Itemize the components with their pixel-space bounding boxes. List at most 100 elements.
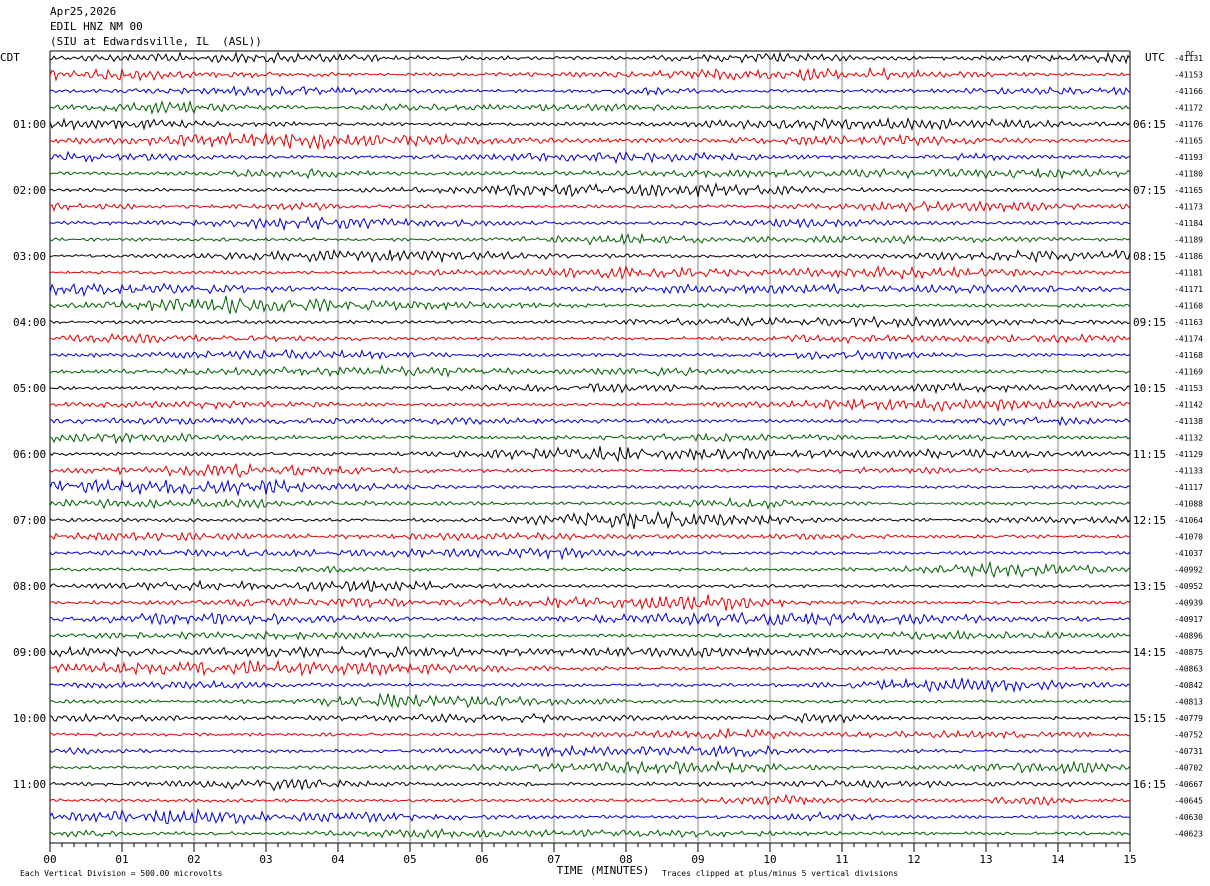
- seismic-trace: [49, 760, 1131, 776]
- seismic-trace: [49, 315, 1131, 329]
- right-hour-label: 13:15: [1133, 580, 1166, 593]
- clipping-note: Traces clipped at plus/minus 5 vertical …: [662, 869, 898, 878]
- dc-offset-label: -41184: [1174, 219, 1203, 228]
- seismic-trace: [49, 248, 1131, 264]
- left-hour-label: 09:00: [13, 646, 46, 659]
- seismic-trace: [49, 692, 1131, 709]
- dc-offset-label: -40842: [1174, 681, 1203, 690]
- seismic-trace: [49, 629, 1131, 641]
- dc-offset-label: -41037: [1174, 549, 1203, 558]
- right-hour-label: 11:15: [1133, 448, 1166, 461]
- dc-offset-label: -40702: [1174, 764, 1203, 773]
- seismic-trace: [49, 793, 1131, 807]
- seismic-trace: [49, 99, 1131, 116]
- dc-offset-label: -41165: [1174, 137, 1203, 146]
- seismic-trace: [49, 397, 1131, 413]
- seismic-trace: [49, 264, 1131, 281]
- seismic-trace: [49, 645, 1131, 659]
- dc-offset-label: -41176: [1174, 120, 1203, 129]
- left-hour-label: 08:00: [13, 580, 46, 593]
- x-tick-label: 00: [43, 853, 56, 866]
- dc-offset-label: -40667: [1174, 780, 1203, 789]
- dc-offset-label: -41132: [1174, 434, 1203, 443]
- seismic-trace: [49, 150, 1131, 165]
- x-axis-label: TIME (MINUTES): [557, 864, 650, 877]
- seismic-trace: [49, 215, 1131, 231]
- left-hour-label: 07:00: [13, 514, 46, 527]
- x-tick-label: 06: [475, 853, 488, 866]
- right-hour-label: 06:15: [1133, 118, 1166, 131]
- seismic-trace: [49, 431, 1131, 445]
- seismic-trace: [49, 677, 1131, 694]
- right-timezone-label: UTC: [1145, 51, 1165, 64]
- x-tick-label: 15: [1123, 853, 1136, 866]
- dc-column-label: DC: [1186, 50, 1194, 58]
- dc-offset-label: -40896: [1174, 632, 1203, 641]
- dc-offset-label: -41165: [1174, 186, 1203, 195]
- vertical-division-note: Each Vertical Division = 500.00 microvol…: [20, 869, 222, 878]
- dc-offset-label: -41129: [1174, 450, 1203, 459]
- seismic-trace: [49, 611, 1131, 628]
- dc-offset-label: -41064: [1174, 516, 1203, 525]
- seismic-trace: [49, 295, 1131, 314]
- seismic-trace: [49, 363, 1131, 378]
- dc-offset-label: -41142: [1174, 401, 1203, 410]
- left-hour-label: 03:00: [13, 250, 46, 263]
- seismic-trace: [49, 744, 1131, 759]
- x-tick-label: 11: [835, 853, 848, 866]
- seismic-trace: [49, 478, 1131, 497]
- x-tick-label: 13: [979, 853, 992, 866]
- dc-offset-label: -41169: [1174, 368, 1203, 377]
- right-hour-label: 16:15: [1133, 778, 1166, 791]
- seismic-trace: [49, 232, 1131, 246]
- dc-offset-label: -41186: [1174, 252, 1203, 261]
- x-tick-label: 09: [691, 853, 704, 866]
- dc-offset-label: -40863: [1174, 665, 1203, 674]
- x-tick-label: 05: [403, 853, 416, 866]
- right-hour-label: 12:15: [1133, 514, 1166, 527]
- seismic-trace: [49, 332, 1131, 345]
- seismic-trace: [49, 167, 1131, 180]
- left-hour-label: 01:00: [13, 118, 46, 131]
- dc-offset-label: -41070: [1174, 533, 1203, 542]
- seismic-trace: [49, 658, 1131, 677]
- right-hour-label: 07:15: [1133, 184, 1166, 197]
- seismic-trace: [49, 415, 1131, 427]
- x-tick-label: 02: [187, 853, 200, 866]
- right-hour-label: 14:15: [1133, 646, 1166, 659]
- dc-offset-label: -41171: [1174, 285, 1203, 294]
- left-hour-label: 04:00: [13, 316, 46, 329]
- seismic-trace: [49, 51, 1131, 65]
- dc-offset-label: -41173: [1174, 203, 1203, 212]
- seismic-trace: [49, 348, 1131, 361]
- seismic-trace: [49, 462, 1131, 478]
- dc-offset-label: -40813: [1174, 698, 1203, 707]
- dc-offset-label: -40731: [1174, 747, 1203, 756]
- right-hour-label: 09:15: [1133, 316, 1166, 329]
- dc-offset-label: -41138: [1174, 417, 1203, 426]
- dc-offset-label: -40952: [1174, 582, 1203, 591]
- dc-offset-label: -41174: [1174, 335, 1203, 344]
- dc-offset-label: -40779: [1174, 714, 1203, 723]
- left-hour-label: 10:00: [13, 712, 46, 725]
- seismic-trace: [49, 116, 1131, 132]
- x-tick-label: 01: [115, 853, 128, 866]
- seismic-trace: [49, 728, 1131, 741]
- dc-offset-label: -41117: [1174, 483, 1203, 492]
- right-hour-label: 08:15: [1133, 250, 1166, 263]
- seismic-trace: [49, 827, 1131, 840]
- seismic-trace: [49, 579, 1131, 593]
- seismic-trace: [49, 510, 1131, 530]
- dc-offset-label: -41166: [1174, 87, 1203, 96]
- seismic-trace: [49, 560, 1131, 579]
- left-hour-label: 06:00: [13, 448, 46, 461]
- dc-offset-label: -41172: [1174, 104, 1203, 113]
- right-hour-label: 15:15: [1133, 712, 1166, 725]
- seismic-trace: [49, 712, 1131, 725]
- seismic-trace: [49, 282, 1131, 298]
- seismic-trace: [49, 131, 1131, 151]
- dc-offset-label: -41168: [1174, 351, 1203, 360]
- dc-offset-label: -41160: [1174, 302, 1203, 311]
- seismic-trace: [49, 381, 1131, 395]
- left-timezone-label: CDT: [0, 51, 20, 64]
